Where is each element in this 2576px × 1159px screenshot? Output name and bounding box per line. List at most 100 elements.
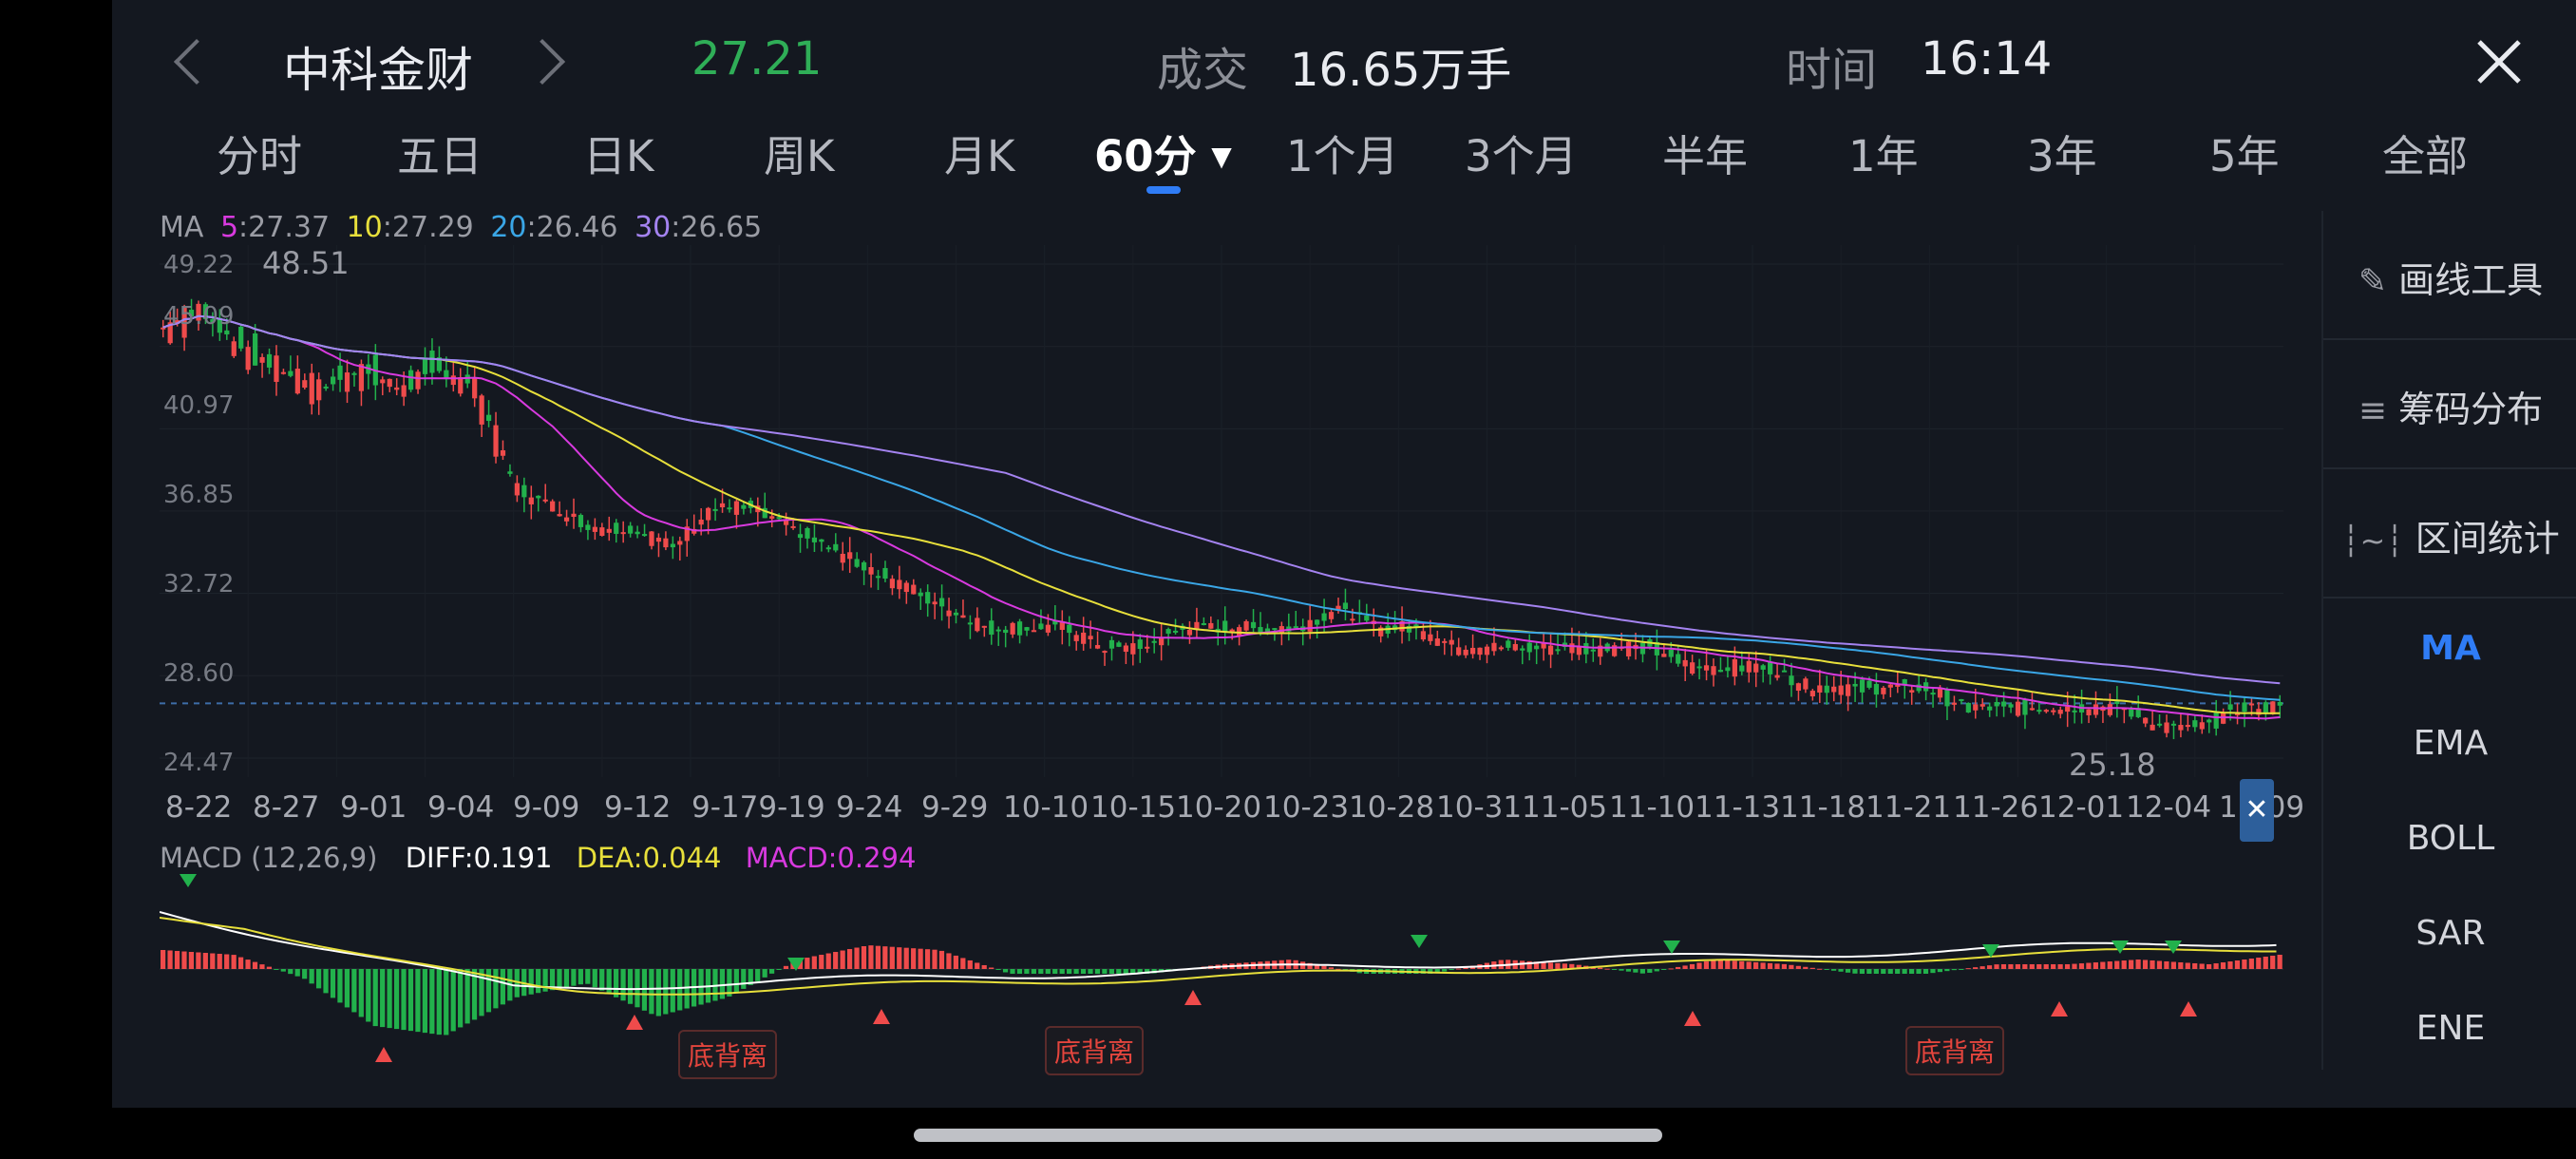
- macd-bar: [315, 969, 322, 989]
- indicator-ma[interactable]: MA: [2323, 629, 2576, 668]
- indicator-ema[interactable]: EMA: [2323, 724, 2576, 763]
- kline-chart[interactable]: [160, 245, 2283, 777]
- macd-bar: [783, 965, 789, 969]
- active-tab-indicator: [1146, 186, 1181, 194]
- candle-body: [2051, 710, 2056, 712]
- range-stats-button[interactable]: ┆~┆ 区间统计: [2323, 509, 2576, 561]
- candle-body: [316, 379, 322, 401]
- macd-bar: [2178, 961, 2184, 969]
- candle-body: [1449, 639, 1454, 645]
- macd-bar: [1908, 969, 1915, 974]
- tab-5year[interactable]: 5年: [2209, 122, 2280, 183]
- chip-distribution-button[interactable]: ≡ 筹码分布: [2323, 380, 2576, 432]
- macd-bar: [967, 960, 973, 969]
- macd-bar: [1031, 969, 1036, 974]
- candle-body: [628, 525, 634, 534]
- candle-body: [847, 552, 853, 560]
- candle-body: [925, 592, 931, 604]
- macd-bar: [1449, 969, 1454, 971]
- x-tick: 9-09: [513, 790, 580, 825]
- macd-bar: [323, 969, 329, 994]
- macd-bar: [1604, 968, 1610, 970]
- tab-1year[interactable]: 1年: [1848, 122, 1919, 183]
- candle-body: [769, 516, 775, 519]
- macd-bar: [2270, 956, 2276, 969]
- home-indicator[interactable]: [914, 1129, 1662, 1142]
- divergence-label: 底背离: [1905, 1026, 2005, 1075]
- candle-body: [833, 543, 839, 551]
- close-icon[interactable]: [2475, 38, 2523, 86]
- macd-bar: [252, 961, 258, 969]
- macd-bar: [911, 948, 917, 969]
- macd-bar: [2164, 960, 2169, 969]
- macd-bar: [755, 969, 761, 981]
- ma10-value: :27.29: [382, 211, 474, 244]
- macd-bar: [924, 949, 931, 969]
- candle-body: [288, 370, 294, 376]
- chip-distribution-label: 筹码分布: [2398, 389, 2544, 430]
- tab-1month[interactable]: 1个月: [1286, 122, 1399, 183]
- tab-3year[interactable]: 3年: [2027, 122, 2097, 183]
- tab-fenshi[interactable]: 分时: [217, 122, 302, 183]
- dea-line: [160, 917, 2277, 996]
- macd-bar: [450, 969, 456, 1032]
- candle-body: [1803, 678, 1809, 690]
- macd-bar: [903, 947, 909, 969]
- candle-body: [1817, 685, 1823, 694]
- macd-bar: [2242, 960, 2247, 969]
- prev-stock-icon[interactable]: [173, 38, 220, 86]
- buy-signal-triangle: [626, 1015, 643, 1030]
- macd-bar: [981, 964, 987, 969]
- volume-value: 16.65万手: [1290, 44, 1512, 97]
- tab-3month[interactable]: 3个月: [1465, 122, 1578, 183]
- tab-zhouk[interactable]: 周K: [764, 122, 835, 183]
- macd-bar: [1817, 968, 1823, 970]
- macd-bar: [2008, 964, 2014, 969]
- candle-body: [592, 526, 597, 532]
- macd-bar: [1661, 969, 1667, 970]
- candle-body: [1795, 683, 1802, 692]
- indicator-sar[interactable]: SAR: [2323, 914, 2576, 953]
- macd-bar: [1555, 962, 1561, 969]
- crosshair-close-button[interactable]: ✕: [2240, 779, 2274, 842]
- tab-yuek[interactable]: 月K: [944, 122, 1015, 183]
- tab-wuri[interactable]: 五日: [397, 122, 483, 183]
- candle-body: [911, 584, 917, 595]
- draw-tool-button[interactable]: ✎ 画线工具: [2323, 251, 2576, 303]
- x-tick: 11-13: [1695, 790, 1781, 825]
- macd-bar: [500, 969, 505, 1005]
- macd-bar: [1002, 969, 1009, 973]
- indicator-ene[interactable]: ENE: [2323, 1009, 2576, 1048]
- tab-60min-label: 60分: [1094, 131, 1197, 181]
- tab-60min[interactable]: 60分 ▼: [1094, 122, 1232, 183]
- candle-body: [1590, 649, 1596, 652]
- candle-body: [231, 341, 237, 356]
- macd-bar: [464, 969, 470, 1024]
- sell-signal-triangle: [2165, 940, 2182, 954]
- candle-body: [727, 507, 732, 510]
- tab-all[interactable]: 全部: [2382, 122, 2468, 183]
- candle-body: [2150, 724, 2155, 731]
- buy-signal-triangle: [873, 1009, 890, 1024]
- tab-rik[interactable]: 日K: [583, 122, 654, 183]
- candle-body: [1123, 645, 1128, 653]
- candle-body: [542, 499, 548, 502]
- macd-bar: [231, 955, 237, 969]
- indicator-boll[interactable]: BOLL: [2323, 819, 2576, 858]
- macd-bar: [557, 969, 562, 989]
- candle-body: [953, 612, 959, 616]
- macd-bar: [1024, 969, 1030, 974]
- macd-bar: [571, 969, 577, 986]
- candle-body: [1165, 629, 1171, 635]
- next-stock-icon[interactable]: [519, 38, 566, 86]
- time-value: 16:14: [1921, 32, 2053, 86]
- macd-bar: [776, 969, 782, 970]
- macd-bar: [1668, 968, 1674, 970]
- candle-body: [536, 495, 541, 499]
- macd-bar: [1746, 961, 1752, 969]
- macd-bar: [1774, 963, 1780, 969]
- candle-body: [1364, 615, 1370, 621]
- macd-bar: [868, 945, 874, 969]
- tab-halfyear[interactable]: 半年: [1662, 122, 1748, 183]
- candle-body: [1498, 647, 1505, 650]
